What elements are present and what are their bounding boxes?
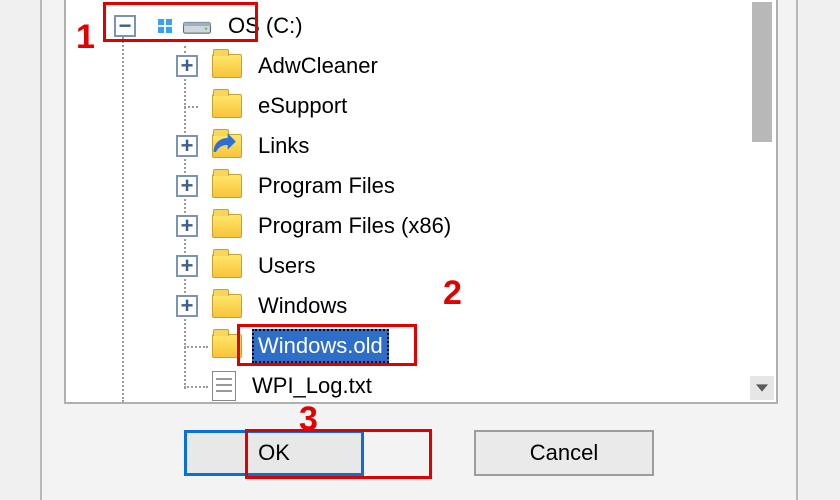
tree-node-windows-old[interactable]: Windows.old xyxy=(66,326,750,366)
ok-button[interactable]: OK xyxy=(184,430,364,476)
tree-node-esupport[interactable]: eSupport xyxy=(66,86,750,126)
text-file-icon xyxy=(212,371,236,401)
folder-icon xyxy=(212,254,242,278)
tree-node-label: Program Files (x86) xyxy=(252,209,457,243)
expander-plus-icon[interactable]: + xyxy=(176,255,198,277)
cancel-button[interactable]: Cancel xyxy=(474,430,654,476)
tree-node-label: Program Files xyxy=(252,169,401,203)
tree-node-users[interactable]: + Users xyxy=(66,246,750,286)
expander-none xyxy=(176,95,198,117)
scrollbar-thumb[interactable] xyxy=(752,2,772,142)
button-label: Cancel xyxy=(530,440,598,466)
folder-icon xyxy=(212,214,242,238)
folder-icon xyxy=(212,334,242,358)
folder-tree-panel: − xyxy=(64,0,778,404)
tree-node-adwcleaner[interactable]: + AdwCleaner xyxy=(66,46,750,86)
tree-node-label: Links xyxy=(252,129,315,163)
folder-shortcut-icon xyxy=(212,134,242,158)
tree-node-windows[interactable]: + Windows xyxy=(66,286,750,326)
expander-none xyxy=(176,335,198,357)
folder-icon xyxy=(212,174,242,198)
expander-plus-icon[interactable]: + xyxy=(176,135,198,157)
tree-node-label: Windows xyxy=(252,289,353,323)
windows-logo-icon xyxy=(150,11,180,41)
tree-node-program-files[interactable]: + Program Files xyxy=(66,166,750,206)
folder-icon xyxy=(212,94,242,118)
folder-icon xyxy=(212,54,242,78)
tree-node-label: OS (C:) xyxy=(222,9,309,43)
tree-node-label: AdwCleaner xyxy=(252,49,384,83)
drive-icon xyxy=(182,11,212,41)
tree-node-program-files-x86[interactable]: + Program Files (x86) xyxy=(66,206,750,246)
expander-plus-icon[interactable]: + xyxy=(176,175,198,197)
expander-plus-icon[interactable]: + xyxy=(176,55,198,77)
folder-tree[interactable]: − xyxy=(66,0,750,402)
button-label: OK xyxy=(258,440,290,466)
tree-node-label: eSupport xyxy=(252,89,353,123)
tree-node-os-c[interactable]: − xyxy=(66,6,750,46)
tree-node-label: Windows.old xyxy=(252,329,389,363)
shortcut-arrow-icon xyxy=(209,131,237,159)
folder-icon xyxy=(212,294,242,318)
vertical-scrollbar[interactable] xyxy=(750,2,774,400)
tree-node-label: Users xyxy=(252,249,321,283)
tree-node-label: WPI_Log.txt xyxy=(246,369,378,403)
expander-minus-icon[interactable]: − xyxy=(114,15,136,37)
expander-none xyxy=(176,375,198,397)
tree-node-wpi-log[interactable]: WPI_Log.txt xyxy=(66,366,750,404)
expander-plus-icon[interactable]: + xyxy=(176,295,198,317)
screenshot-stage: − xyxy=(0,0,840,500)
expander-plus-icon[interactable]: + xyxy=(176,215,198,237)
browse-folder-dialog: − xyxy=(40,0,798,500)
chevron-down-icon xyxy=(756,384,768,392)
scroll-down-button[interactable] xyxy=(750,376,774,400)
tree-node-links[interactable]: + Links xyxy=(66,126,750,166)
dialog-button-bar: OK Cancel xyxy=(42,430,796,476)
